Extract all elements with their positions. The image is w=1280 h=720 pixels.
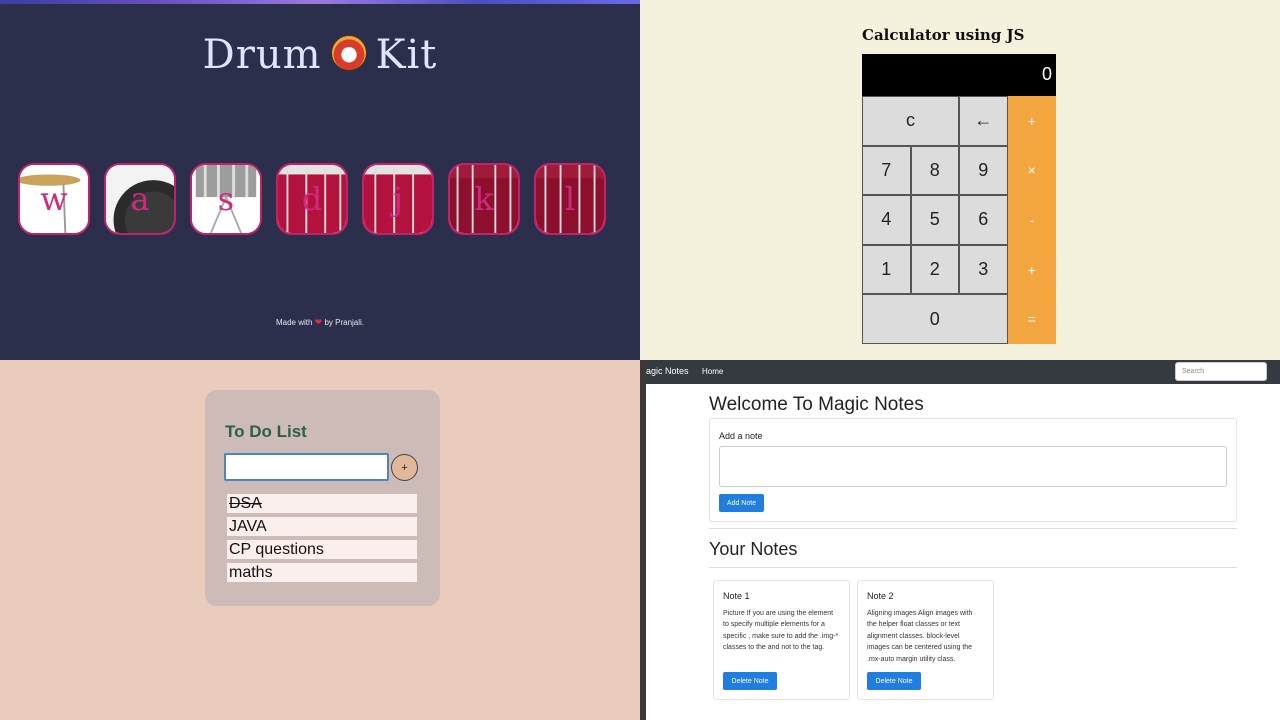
- divider: [709, 567, 1237, 568]
- drum-key-w[interactable]: w: [18, 163, 90, 235]
- note-title: Note 1: [723, 591, 750, 601]
- clear-button[interactable]: c: [862, 96, 959, 146]
- calculator-title: Calculator using JS: [862, 26, 1025, 44]
- calculator-display: 0: [862, 54, 1056, 96]
- calculator-panel: Calculator using JS 0 c ← + 7 8 9 × 4 5 …: [640, 0, 1280, 360]
- add-button[interactable]: +: [1007, 244, 1056, 295]
- todo-card: To Do List + DSA JAVA CP questions maths: [205, 390, 440, 606]
- backspace-button[interactable]: ←: [959, 96, 1008, 146]
- todo-title: To Do List: [225, 422, 307, 441]
- drum-key-j[interactable]: j: [362, 163, 434, 235]
- navbar-brand[interactable]: agic Notes: [646, 366, 689, 376]
- digit-8-button[interactable]: 8: [910, 145, 959, 196]
- digit-4-button[interactable]: 4: [862, 195, 911, 245]
- divider: [709, 528, 1237, 529]
- todo-items: DSA JAVA CP questions maths: [227, 494, 417, 586]
- your-notes-heading: Your Notes: [709, 539, 798, 559]
- top-glow-strip: [0, 0, 640, 4]
- calculator-keypad: c ← + 7 8 9 × 4 5 6 - 1 2 3 + 0 =: [862, 96, 1056, 344]
- drum-emoji-icon: [329, 34, 368, 72]
- add-note-button[interactable]: Add Note: [719, 494, 764, 512]
- note-body: Aligning images Align images with the he…: [867, 610, 973, 663]
- navbar: agic Notes Home Search: [646, 360, 1280, 384]
- add-note-card: Add a note Add Note: [709, 418, 1237, 522]
- minus-button[interactable]: -: [1007, 195, 1056, 245]
- equals-button[interactable]: =: [1007, 294, 1056, 344]
- drum-key-d[interactable]: d: [276, 163, 348, 235]
- delete-note-button[interactable]: Delete Note: [723, 672, 777, 690]
- nav-home-link[interactable]: Home: [702, 367, 723, 376]
- note-body: Picture If you are using the element to …: [723, 610, 839, 652]
- digit-1-button[interactable]: 1: [862, 244, 911, 295]
- digit-9-button[interactable]: 9: [959, 145, 1008, 196]
- digit-0-button[interactable]: 0: [862, 294, 1008, 344]
- drum-kit-panel: Drum Kit w a s d j k l Made with ❤ by Pr…: [0, 0, 640, 360]
- add-todo-button[interactable]: +: [391, 454, 418, 481]
- add-note-label: Add a note: [719, 431, 763, 441]
- plus-button[interactable]: +: [1007, 96, 1056, 146]
- todo-panel: To Do List + DSA JAVA CP questions maths: [0, 360, 640, 720]
- drum-footer: Made with ❤ by Pranjali.: [275, 317, 365, 327]
- drum-key-k[interactable]: k: [448, 163, 520, 235]
- delete-note-button[interactable]: Delete Note: [867, 672, 921, 690]
- drum-key-s[interactable]: s: [190, 163, 262, 235]
- drum-kit-title: Drum Kit: [202, 32, 438, 78]
- search-input[interactable]: Search: [1175, 362, 1267, 381]
- todo-item[interactable]: DSA: [227, 494, 417, 513]
- digit-2-button[interactable]: 2: [910, 244, 959, 295]
- drum-key-a[interactable]: a: [104, 163, 176, 235]
- note-textarea[interactable]: [719, 446, 1227, 487]
- multiply-button[interactable]: ×: [1007, 145, 1056, 196]
- todo-item[interactable]: CP questions: [227, 540, 417, 559]
- drum-keys: w a s d j k l: [18, 163, 606, 235]
- digit-7-button[interactable]: 7: [862, 145, 911, 196]
- digit-5-button[interactable]: 5: [910, 195, 959, 245]
- todo-item[interactable]: JAVA: [227, 517, 417, 536]
- digit-3-button[interactable]: 3: [959, 244, 1008, 295]
- todo-item[interactable]: maths: [227, 563, 417, 582]
- magic-notes-panel: agic Notes Home Search Welcome To Magic …: [640, 360, 1280, 720]
- page-title: Welcome To Magic Notes: [709, 394, 924, 415]
- note-title: Note 2: [867, 591, 894, 601]
- drum-key-l[interactable]: l: [534, 163, 606, 235]
- note-card: Note 1 Picture If you are using the elem…: [713, 580, 850, 700]
- note-card: Note 2 Aligning images Align images with…: [857, 580, 994, 700]
- heart-icon: ❤: [314, 317, 323, 327]
- digit-6-button[interactable]: 6: [959, 195, 1008, 245]
- todo-input[interactable]: [224, 453, 389, 481]
